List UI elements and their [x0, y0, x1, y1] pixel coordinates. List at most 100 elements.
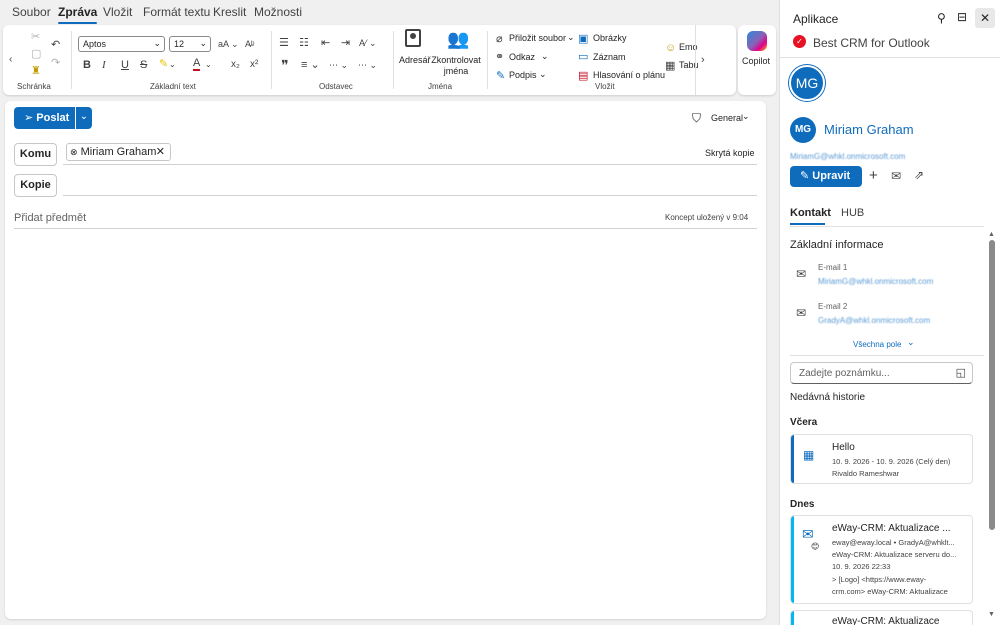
- basic-text-group-label: Základní text: [150, 82, 196, 91]
- history-item[interactable]: ✉ 😊 eWay-CRM: Aktualizace ... eway@eway.…: [790, 515, 973, 604]
- font-name-select[interactable]: Aptos ⌄: [78, 36, 165, 52]
- chevron-down-icon[interactable]: ⌄: [541, 51, 549, 62]
- signature-icon[interactable]: ✎: [496, 69, 505, 83]
- item-person: Rivaldo Rameshwar: [832, 469, 900, 478]
- check-names-button[interactable]: 👥 Zkontrolovat jména: [431, 29, 481, 79]
- subject-input[interactable]: Přidat předmět: [14, 212, 86, 224]
- check-names-label: Zkontrolovat jména: [431, 55, 481, 76]
- attach-file-button[interactable]: Přiložit soubor: [509, 33, 566, 43]
- more-paragraph-icon[interactable]: ⋯ ⌄: [358, 58, 377, 72]
- ribbon-scroll-right[interactable]: ›: [695, 25, 712, 95]
- close-icon[interactable]: ✕: [156, 144, 165, 160]
- attach-icon[interactable]: ⌀: [496, 32, 503, 46]
- bullets-icon[interactable]: ☰: [279, 36, 289, 50]
- align-icon[interactable]: ≡ ⌄: [301, 58, 320, 72]
- redo-icon[interactable]: ↷: [51, 56, 60, 70]
- send-options-button[interactable]: ⌄: [76, 107, 92, 129]
- message-body[interactable]: [14, 236, 757, 611]
- decrease-indent-icon[interactable]: ⇤: [321, 36, 330, 50]
- tab-zprava[interactable]: Zpráva: [58, 5, 98, 24]
- emoji-icon[interactable]: ☺: [665, 41, 676, 55]
- share-icon[interactable]: ⇗: [914, 168, 924, 182]
- scroll-down-icon[interactable]: ▼: [988, 611, 995, 618]
- sensitivity-label[interactable]: General: [711, 113, 743, 123]
- bold-icon[interactable]: B: [83, 58, 91, 72]
- numbering-icon[interactable]: ☷: [299, 36, 309, 50]
- all-fields-link[interactable]: Všechna pole: [853, 340, 901, 349]
- copilot-icon: [747, 31, 767, 51]
- images-button[interactable]: Obrázky: [593, 33, 627, 43]
- record-icon[interactable]: ▭: [578, 50, 588, 64]
- panel-layout-icon[interactable]: ⊟: [957, 10, 967, 24]
- quote-icon[interactable]: ❞: [281, 58, 289, 72]
- send-button[interactable]: ➢ Poslat: [14, 107, 75, 129]
- font-size-select[interactable]: 12 ⌄: [169, 36, 211, 52]
- chevron-down-icon[interactable]: ⌄: [907, 337, 915, 348]
- bcc-link[interactable]: Skrytá kopie: [705, 148, 755, 158]
- history-item[interactable]: ▦ Hello 10. 9. 2026 - 10. 9. 2026 (Celý …: [790, 434, 973, 484]
- tab-format-textu[interactable]: Formát textu: [143, 5, 210, 19]
- voting-icon[interactable]: ▤: [578, 69, 588, 83]
- ribbon-scroll-left-icon[interactable]: ‹: [9, 53, 12, 67]
- format-painter-icon[interactable]: ♜: [31, 64, 41, 78]
- signature-button[interactable]: Podpis: [509, 70, 537, 80]
- undo-icon[interactable]: ↶: [51, 38, 60, 52]
- chevron-down-icon[interactable]: ⌄: [169, 58, 176, 72]
- edit-button[interactable]: ✎ Upravit: [790, 166, 862, 187]
- copy-icon[interactable]: ▢: [31, 47, 41, 61]
- scroll-up-icon[interactable]: ▲: [988, 231, 995, 238]
- note-input[interactable]: Zadejte poznámku... ◱: [790, 362, 973, 384]
- link-button[interactable]: Odkaz: [509, 52, 535, 62]
- line-spacing-icon[interactable]: ⋯ ⌄: [329, 58, 348, 72]
- scrollbar[interactable]: ▲ ▼: [988, 231, 995, 622]
- mail-icon[interactable]: ✉: [891, 169, 901, 183]
- email2-value[interactable]: GradyA@whkl.onmicrosoft.com: [818, 316, 930, 325]
- tab-indicator: [790, 223, 825, 225]
- images-icon[interactable]: ▣: [578, 32, 588, 46]
- clear-formatting-icon[interactable]: A̶ᵇ: [245, 37, 254, 51]
- tab-vlozit[interactable]: Vložit: [103, 5, 132, 19]
- contact-name[interactable]: Miriam Graham: [824, 122, 914, 137]
- styles-icon[interactable]: A⁄ ⌄: [359, 36, 377, 50]
- chevron-down-icon: ⌄: [79, 111, 89, 122]
- change-case-icon[interactable]: aA ⌄: [218, 37, 239, 51]
- chevron-down-icon: ⌄: [199, 38, 207, 48]
- plus-icon[interactable]: +: [869, 167, 878, 184]
- addressbook-icon: [405, 29, 421, 47]
- cut-icon[interactable]: ✂: [31, 30, 40, 44]
- tab-moznosti[interactable]: Možnosti: [254, 5, 302, 19]
- strikethrough-icon[interactable]: S: [140, 58, 147, 72]
- italic-icon[interactable]: I: [102, 58, 106, 72]
- subscript-icon[interactable]: x₂: [231, 58, 240, 72]
- chevron-down-icon[interactable]: ⌄: [567, 32, 575, 43]
- voting-button[interactable]: Hlasování o plánu: [593, 70, 665, 80]
- recipient-chip[interactable]: ⊗ Miriam Graham ✕: [66, 143, 171, 161]
- send-button-group: ➢ Poslat ⌄: [14, 107, 92, 129]
- chevron-down-icon[interactable]: ⌄: [205, 58, 212, 72]
- increase-indent-icon[interactable]: ⇥: [341, 36, 350, 50]
- record-button[interactable]: Záznam: [593, 52, 626, 62]
- addressbook-button[interactable]: Adresář: [399, 29, 431, 77]
- font-color-icon[interactable]: A: [193, 58, 201, 71]
- to-button[interactable]: Komu: [14, 143, 57, 166]
- cc-button[interactable]: Kopie: [14, 174, 57, 197]
- close-panel-button[interactable]: ✕: [975, 8, 995, 28]
- underline-icon[interactable]: U: [121, 58, 129, 72]
- history-item[interactable]: eWay-CRM: Aktualizace: [790, 610, 973, 625]
- table-icon[interactable]: ▦: [665, 59, 675, 73]
- superscript-icon[interactable]: x²: [250, 58, 258, 72]
- contact-email[interactable]: MiriamG@whkl.onmicrosoft.com: [790, 152, 905, 161]
- copilot-button[interactable]: Copilot: [738, 25, 776, 95]
- scrollbar-thumb[interactable]: [989, 240, 995, 530]
- tab-hub[interactable]: HUB: [841, 207, 864, 219]
- chevron-down-icon[interactable]: ⌄: [539, 69, 547, 80]
- email1-value[interactable]: MiriamG@whkl.onmicrosoft.com: [818, 277, 933, 286]
- tab-kontakt[interactable]: Kontakt: [790, 207, 831, 219]
- tab-kreslit[interactable]: Kreslit: [213, 5, 246, 19]
- link-icon[interactable]: ⚭: [495, 50, 504, 64]
- highlight-icon[interactable]: ✎: [159, 57, 168, 71]
- tab-soubor[interactable]: Soubor: [12, 5, 51, 19]
- pin-icon[interactable]: ⚲: [937, 11, 946, 25]
- chevron-down-icon[interactable]: ⌄: [742, 111, 750, 122]
- item-title: Hello: [832, 442, 855, 453]
